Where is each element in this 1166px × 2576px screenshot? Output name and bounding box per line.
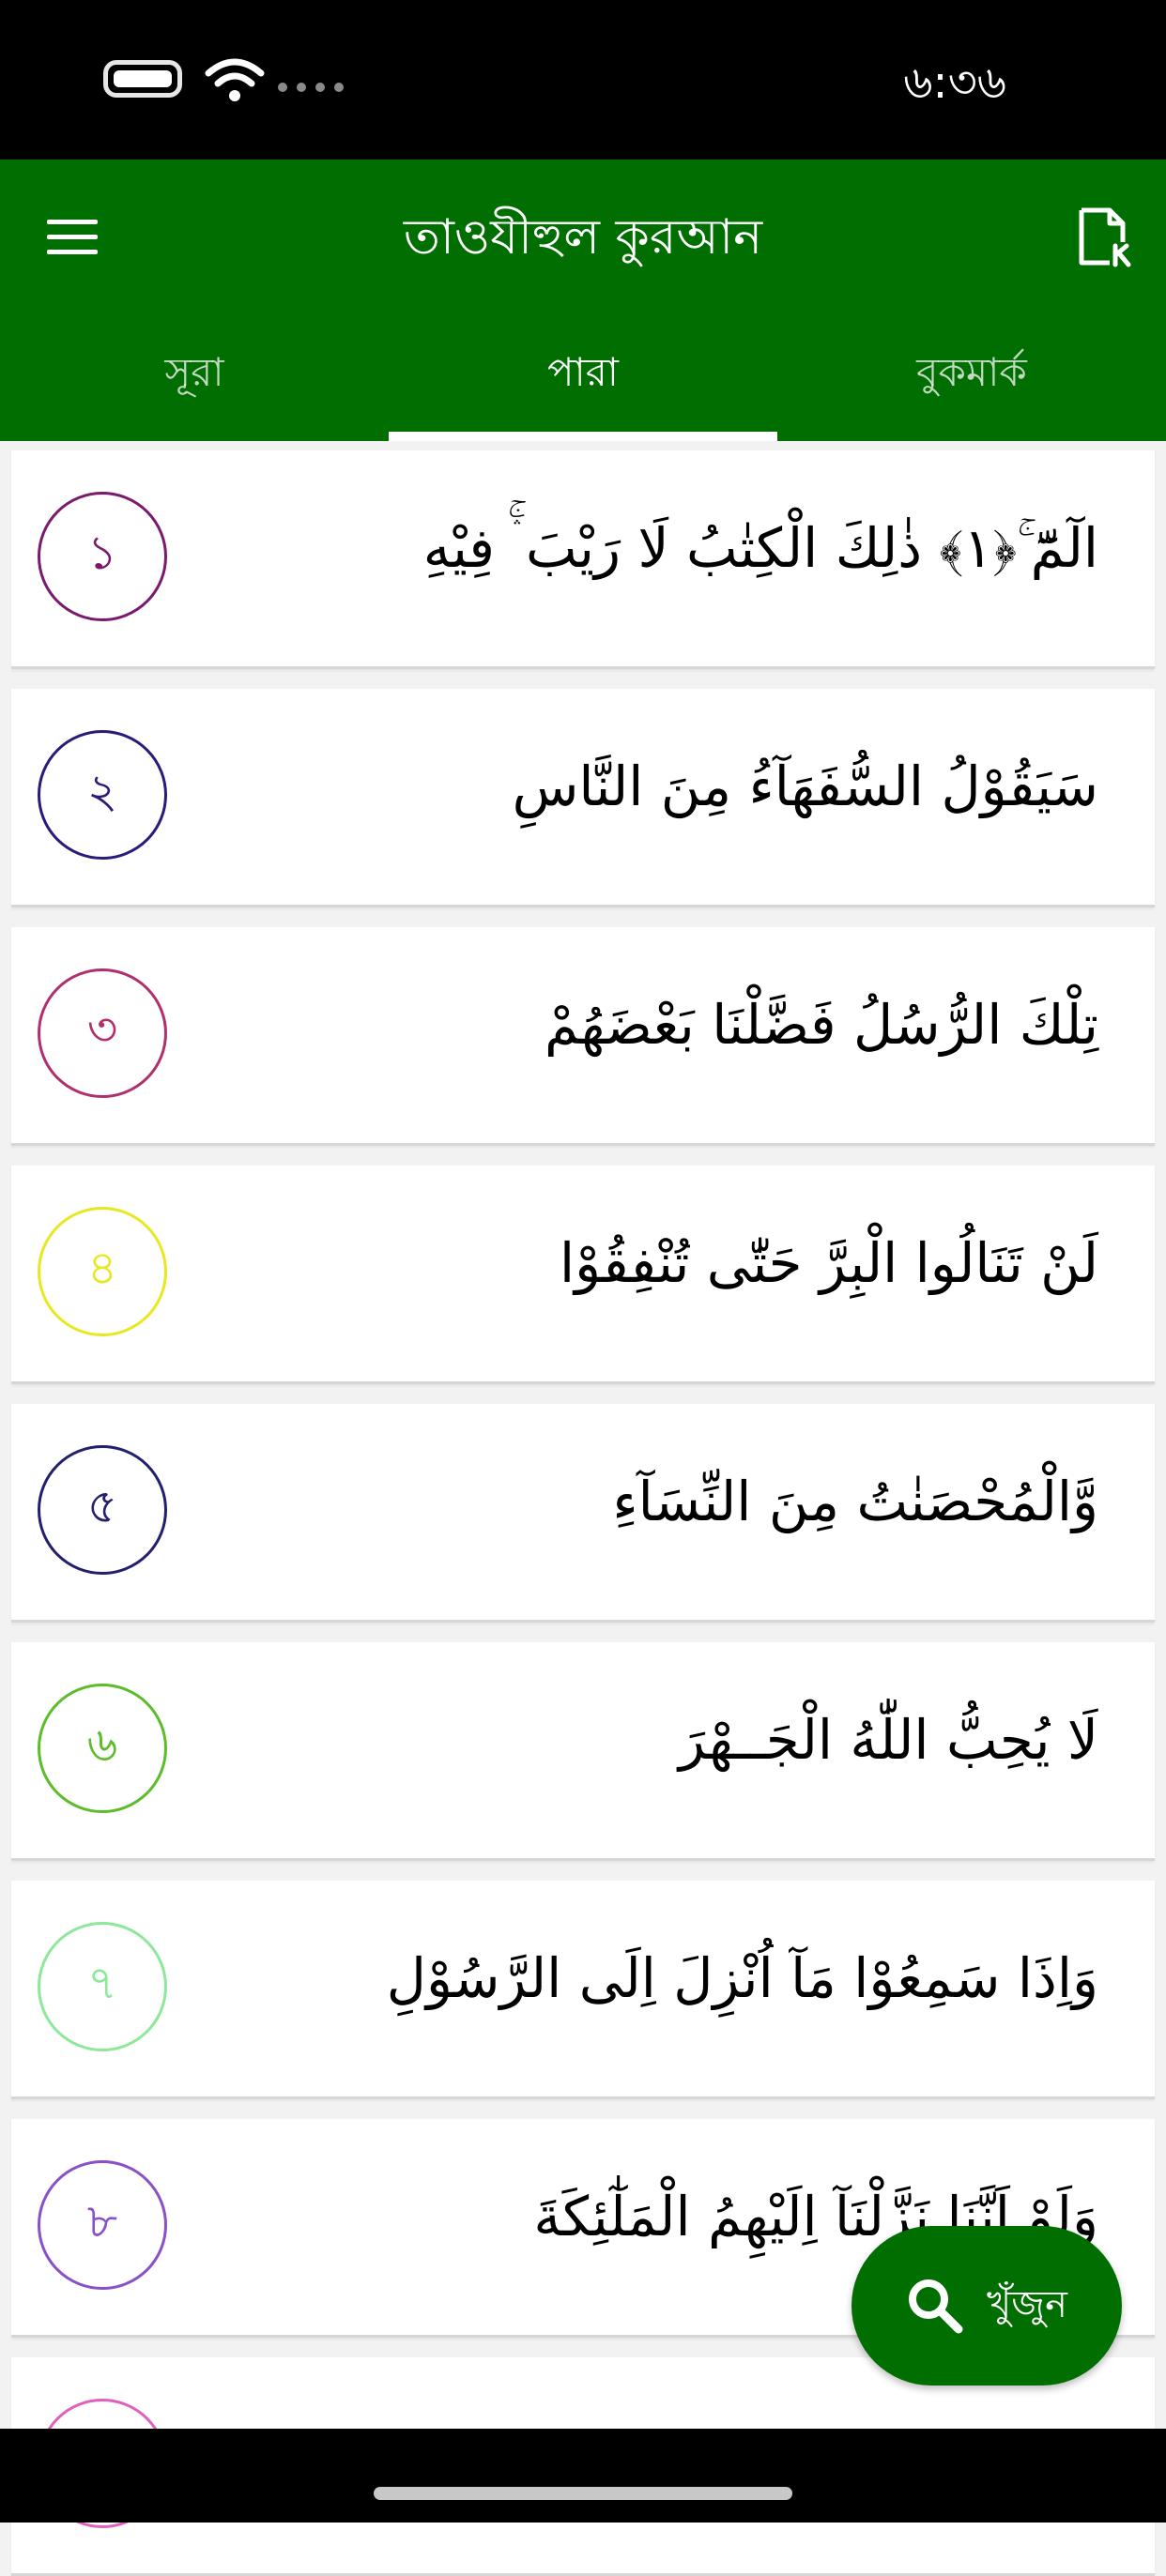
search-button[interactable]: খুঁজুন	[851, 2226, 1122, 2385]
para-first-verse: لَا يُحِبُّ اللّٰهُ الْجَــهْرَ	[679, 1708, 1098, 1772]
bottom-bar	[0, 2429, 1166, 2523]
para-first-verse: وَّالْمُحْصَنٰتُ مِنَ النِّسَآءِ	[612, 1470, 1098, 1533]
app-title: তাওযীহুল কুরআন	[403, 209, 763, 266]
wifi-icon	[205, 58, 265, 101]
tab-bookmark[interactable]: বুকমার্ক	[777, 328, 1166, 441]
para-first-verse: لَنْ تَنَالُوا الْبِرَّ حَتّٰى تُنْفِقُو…	[559, 1231, 1098, 1295]
para-first-verse: سَيَقُوْلُ السُّفَهَآءُ مِنَ النَّاسِ	[512, 755, 1098, 818]
para-first-verse: تِلْكَ الرُّسُلُ فَضَّلْنَا بَعْضَهُمْ	[545, 993, 1098, 1057]
para-number-badge: ৩	[38, 968, 167, 1098]
para-number-badge: ২	[38, 730, 167, 860]
signal-dots-icon	[278, 83, 344, 92]
para-item-1[interactable]: ১ الٓمّٓ ۚ﴿۱﴾ ذٰلِكَ الْكِتٰبُ لَا رَيْب…	[11, 450, 1155, 669]
para-item-3[interactable]: ৩ تِلْكَ الرُّسُلُ فَضَّلْنَا بَعْضَهُمْ	[11, 927, 1155, 1146]
tab-para[interactable]: পারা	[389, 328, 777, 441]
para-number-badge: ৪	[38, 1207, 167, 1336]
tab-sura[interactable]: সূরা	[0, 328, 389, 441]
search-icon	[909, 2279, 963, 2334]
home-indicator[interactable]	[374, 2487, 792, 2500]
para-item-6[interactable]: ৬ لَا يُحِبُّ اللّٰهُ الْجَــهْرَ	[11, 1642, 1155, 1861]
para-number-badge: ৭	[38, 1922, 167, 2051]
para-first-verse: الٓمّٓ ۚ﴿۱﴾ ذٰلِكَ الْكِتٰبُ لَا رَيْبَ …	[422, 516, 1098, 580]
tab-bar: সূরা পারা বুকমার্ক	[0, 328, 1166, 441]
para-item-4[interactable]: ৪ لَنْ تَنَالُوا الْبِرَّ حَتّٰى تُنْفِق…	[11, 1166, 1155, 1384]
para-number-badge: ১	[38, 492, 167, 621]
para-item-2[interactable]: ২ سَيَقُوْلُ السُّفَهَآءُ مِنَ النَّاسِ	[11, 689, 1155, 907]
battery-icon	[103, 60, 182, 98]
para-number-badge: ৬	[38, 1684, 167, 1813]
para-item-7[interactable]: ৭ وَاِذَا سَمِعُوْا مَآ اُنْزِلَ اِلَى ا…	[11, 1881, 1155, 2099]
para-first-verse: وَاِذَا سَمِعُوْا مَآ اُنْزِلَ اِلَى الر…	[386, 1946, 1098, 2010]
status-bar: ৬:৩৬	[0, 0, 1166, 160]
app-bar: তাওযীহুল কুরআন সূরা পারা বুকমার্ক	[0, 160, 1166, 441]
para-item-5[interactable]: ৫ وَّالْمُحْصَنٰتُ مِنَ النِّسَآءِ	[11, 1404, 1155, 1623]
para-number-badge: ৫	[38, 1445, 167, 1575]
para-number-badge: ৮	[38, 2160, 167, 2290]
document-icon[interactable]	[1072, 205, 1138, 270]
search-button-label: খুঁজুন	[987, 2282, 1067, 2326]
status-time: ৬:৩৬	[903, 56, 1006, 109]
